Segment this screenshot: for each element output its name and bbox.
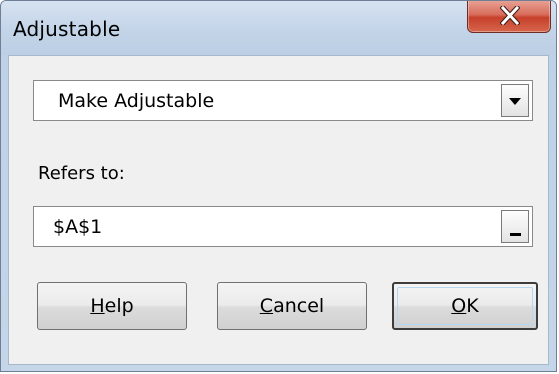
- ok-button[interactable]: OK: [392, 282, 538, 330]
- adjustable-mode-select[interactable]: Make Adjustable: [33, 80, 533, 121]
- dropdown-arrow-button[interactable]: [501, 84, 529, 117]
- refers-to-label: Refers to:: [38, 163, 125, 184]
- collapse-dialog-button[interactable]: [501, 210, 529, 243]
- dialog-body: Make Adjustable Refers to: $A$1 Help Can…: [8, 55, 549, 365]
- help-button[interactable]: Help: [37, 282, 187, 330]
- adjustable-dialog: Adjustable Make Adjustable Refers to: $A…: [0, 0, 557, 372]
- refers-to-field[interactable]: $A$1: [33, 206, 533, 247]
- help-label-rest: elp: [104, 295, 134, 317]
- refers-to-value: $A$1: [53, 216, 103, 238]
- cancel-label-rest: ancel: [273, 295, 325, 317]
- chevron-down-icon: [509, 98, 521, 105]
- title-bar[interactable]: Adjustable: [1, 1, 556, 55]
- ok-mnemonic: O: [451, 295, 467, 317]
- adjustable-mode-value: Make Adjustable: [58, 90, 215, 112]
- close-button[interactable]: [467, 1, 551, 33]
- collapse-dialog-icon: [510, 233, 521, 236]
- cancel-button[interactable]: Cancel: [217, 282, 367, 330]
- window-title: Adjustable: [13, 17, 121, 41]
- close-icon: [500, 6, 520, 25]
- cancel-mnemonic: C: [259, 295, 274, 317]
- ok-label-rest: K: [466, 295, 479, 317]
- help-mnemonic: H: [90, 295, 105, 317]
